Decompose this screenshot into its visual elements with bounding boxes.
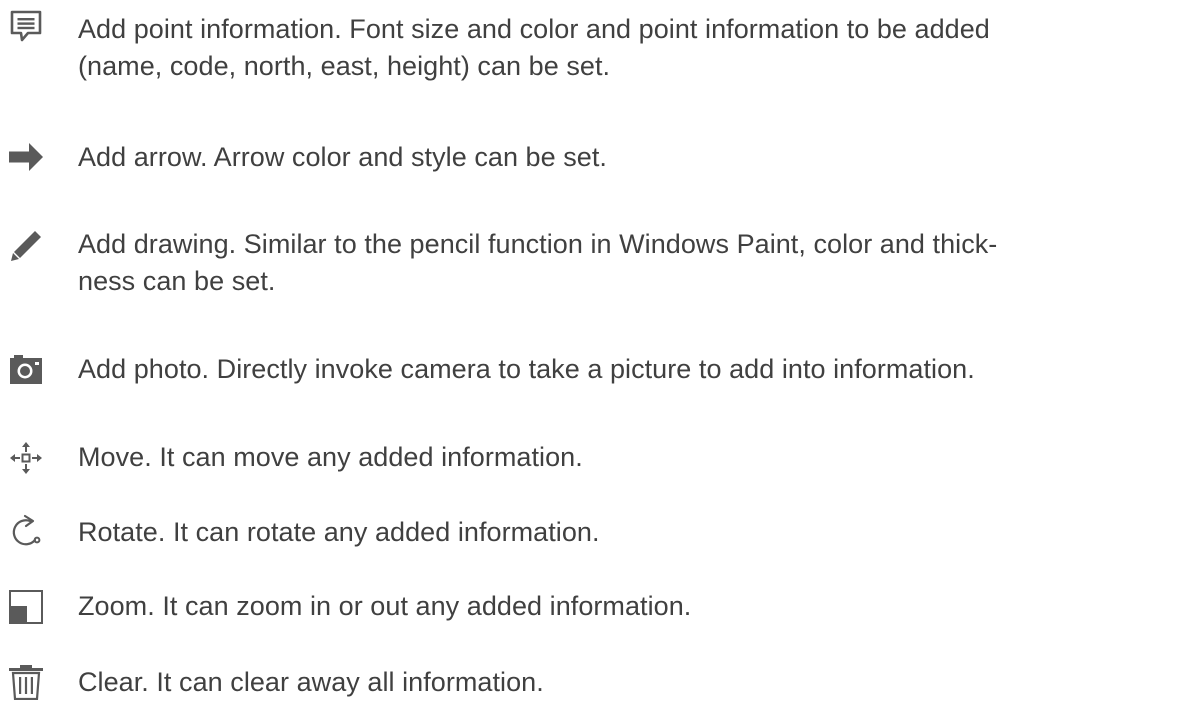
point-information-description: Add point information. Font size and col… xyxy=(78,11,1186,85)
text-line: Clear. It can clear away all information… xyxy=(78,667,544,697)
camera-icon xyxy=(8,352,44,388)
arrow-right-icon xyxy=(8,139,44,175)
arrow-description: Add arrow. Arrow color and style can be … xyxy=(78,139,1186,176)
move-icon xyxy=(8,440,44,476)
text-line: Zoom. It can zoom in or out any added in… xyxy=(78,591,692,621)
text-line: Add drawing. Similar to the pencil funct… xyxy=(78,229,998,259)
text-line: (name, code, north, east, height) can be… xyxy=(78,51,611,81)
text-line: Move. It can move any added information. xyxy=(78,442,583,472)
text-line: Add point information. Font size and col… xyxy=(78,14,990,44)
zoom-description: Zoom. It can zoom in or out any added in… xyxy=(78,588,1186,625)
drawing-description: Add drawing. Similar to the pencil funct… xyxy=(78,226,1186,300)
zoom-icon xyxy=(8,589,44,625)
pencil-icon xyxy=(8,228,44,264)
text-line: Add photo. Directly invoke camera to tak… xyxy=(78,354,975,384)
rotate-description: Rotate. It can rotate any added informat… xyxy=(78,514,1186,551)
text-line: Rotate. It can rotate any added informat… xyxy=(78,517,600,547)
clear-description: Clear. It can clear away all information… xyxy=(78,664,1186,701)
text-line: Add arrow. Arrow color and style can be … xyxy=(78,142,607,172)
photo-description: Add photo. Directly invoke camera to tak… xyxy=(78,351,1186,388)
rotate-icon xyxy=(8,513,44,549)
text-line: ness can be set. xyxy=(78,266,276,296)
annotation-icon xyxy=(8,9,44,45)
move-description: Move. It can move any added information. xyxy=(78,439,1186,476)
trash-icon xyxy=(8,664,44,700)
